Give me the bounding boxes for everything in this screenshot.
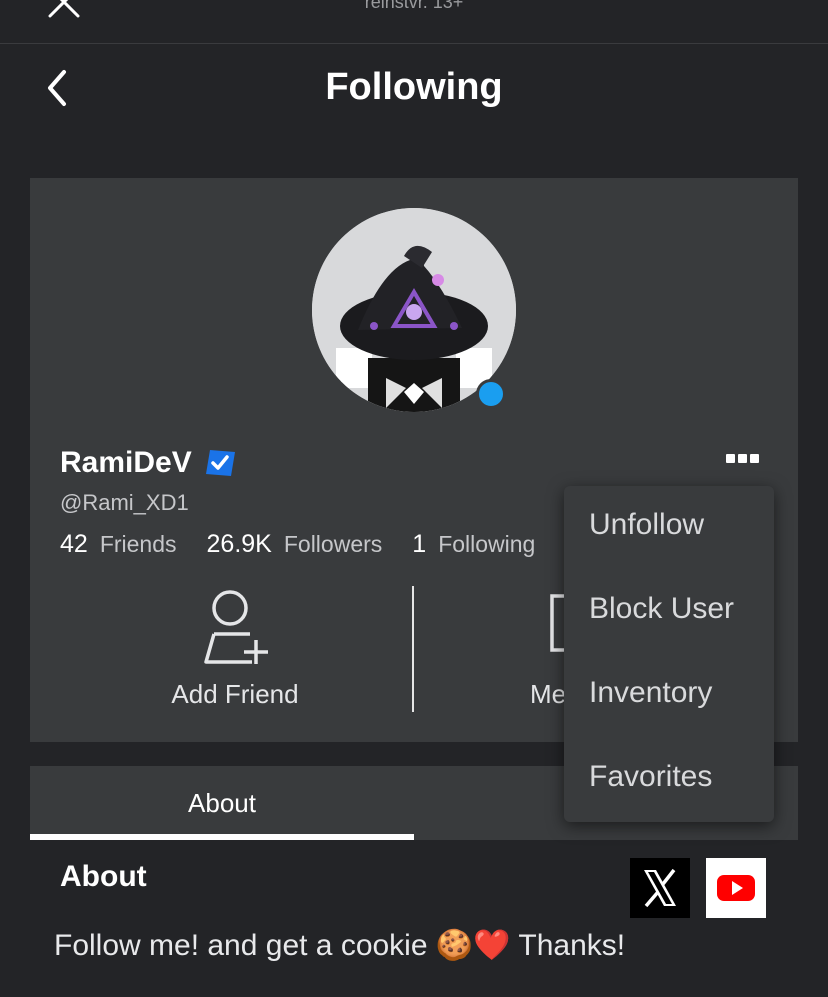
add-friend-icon (204, 590, 268, 664)
following-count: 1 (412, 530, 427, 558)
menu-item-favorites[interactable]: Favorites (564, 738, 774, 822)
followers-count: 26.9K (206, 530, 272, 558)
menu-item-inventory[interactable]: Inventory (564, 654, 774, 738)
status-subtitle: reinstvr. 13+ (364, 0, 464, 12)
online-status-indicator (476, 379, 506, 409)
page-title: Following (325, 66, 503, 108)
header: Following (0, 44, 828, 134)
verified-badge-icon (205, 450, 235, 476)
x-logo-icon[interactable] (630, 858, 690, 918)
top-bar: reinstvr. 13+ (0, 0, 828, 44)
add-friend-button[interactable]: Add Friend (115, 588, 355, 710)
youtube-icon[interactable] (706, 858, 766, 918)
following-stat[interactable]: 1 Following (412, 530, 535, 559)
menu-item-block-user[interactable]: Block User (564, 570, 774, 654)
display-name-row: RamiDeV (60, 446, 236, 480)
stats-row: 42 Friends 26.9K Followers 1 Following (60, 530, 565, 559)
followers-label: Followers (283, 531, 383, 557)
friends-count: 42 (60, 530, 88, 558)
friends-stat[interactable]: 42 Friends (60, 530, 177, 559)
menu-item-unfollow[interactable]: Unfollow (564, 486, 774, 570)
context-menu: Unfollow Block User Inventory Favorites (564, 486, 774, 822)
bio-text: Follow me! and get a cookie 🍪❤️ Thanks! (54, 929, 626, 962)
tab-about[interactable]: About (30, 766, 414, 840)
actions-divider (412, 586, 414, 712)
display-name: RamiDeV (60, 446, 192, 479)
add-friend-label: Add Friend (171, 679, 299, 709)
friends-label: Friends (99, 531, 177, 557)
followers-stat[interactable]: 26.9K Followers (207, 530, 383, 559)
about-heading: About (60, 860, 147, 893)
more-options-icon[interactable] (726, 450, 766, 464)
following-label: Following (438, 531, 536, 557)
username-handle: @Rami_XD1 (60, 490, 189, 515)
